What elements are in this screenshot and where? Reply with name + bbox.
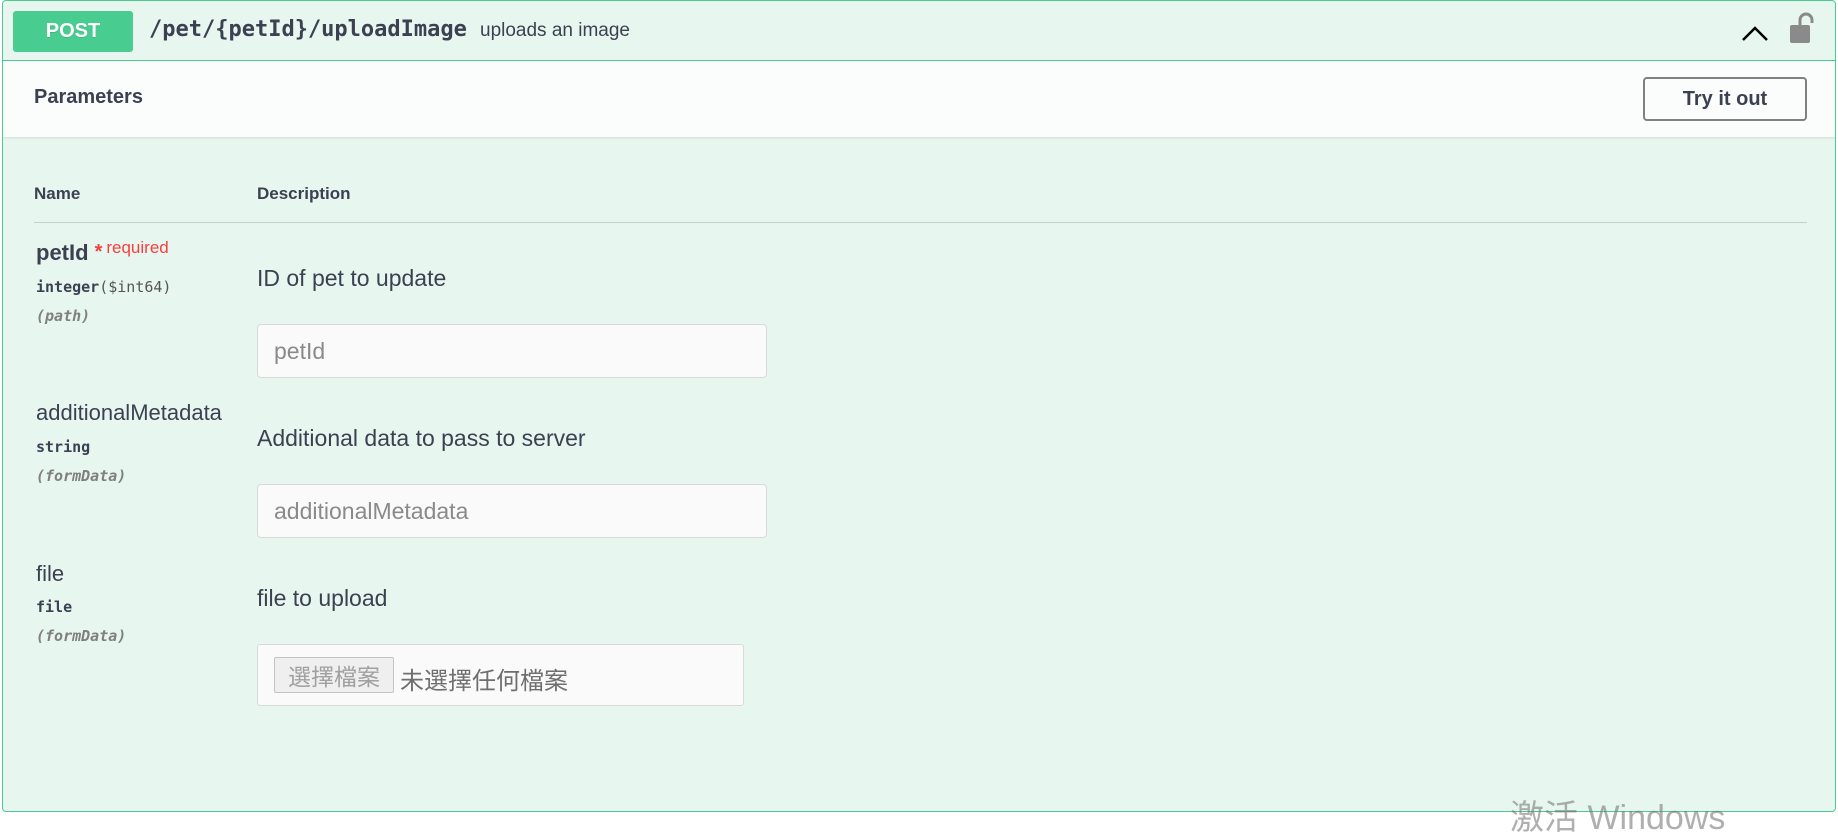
- param-description-file: file to upload: [257, 585, 388, 611]
- operation-block: POST /pet/{petId}/uploadImage uploads an…: [2, 0, 1836, 812]
- chevron-up-icon[interactable]: [1738, 16, 1772, 50]
- operation-summary[interactable]: POST /pet/{petId}/uploadImage uploads an…: [3, 1, 1835, 61]
- column-header-name: Name: [34, 184, 81, 203]
- file-input[interactable]: 選擇檔案 未選擇任何檔案: [257, 644, 744, 706]
- param-type-additionalmetadata: string: [36, 438, 91, 456]
- file-status-text: 未選擇任何檔案: [400, 668, 568, 695]
- param-location-additionalmetadata: (formData): [36, 467, 127, 485]
- param-name-additionalmetadata: additionalMetadata: [36, 400, 222, 425]
- additionalmetadata-input[interactable]: [257, 484, 767, 538]
- param-name-file: file: [36, 561, 65, 586]
- param-location-file: (formData): [36, 627, 127, 645]
- parameters-section-header: Parameters Try it out: [3, 61, 1835, 137]
- column-header-description: Description: [257, 184, 351, 203]
- unlocked-icon[interactable]: [1787, 12, 1815, 46]
- petid-input[interactable]: [257, 324, 767, 378]
- operation-summary-text: uploads an image: [480, 20, 630, 41]
- required-label: required: [106, 238, 169, 257]
- param-location-petid: (path): [36, 307, 91, 325]
- http-method-badge: POST: [13, 11, 133, 52]
- choose-file-button[interactable]: 選擇檔案: [274, 657, 394, 693]
- required-star: *: [94, 241, 103, 263]
- param-type-file: file: [36, 598, 73, 616]
- section-title: Parameters: [34, 86, 143, 108]
- try-it-out-button[interactable]: Try it out: [1643, 77, 1807, 121]
- endpoint-path: /pet/{petId}/uploadImage: [149, 17, 467, 42]
- param-description-additionalmetadata: Additional data to pass to server: [257, 425, 586, 451]
- param-name-petid: petId * required: [36, 238, 169, 265]
- table-header-divider: [34, 222, 1807, 223]
- windows-activation-watermark: 激活 Windows: [1510, 799, 1726, 837]
- param-type-petid: integer($int64): [36, 278, 172, 296]
- param-description-petid: ID of pet to update: [257, 265, 447, 291]
